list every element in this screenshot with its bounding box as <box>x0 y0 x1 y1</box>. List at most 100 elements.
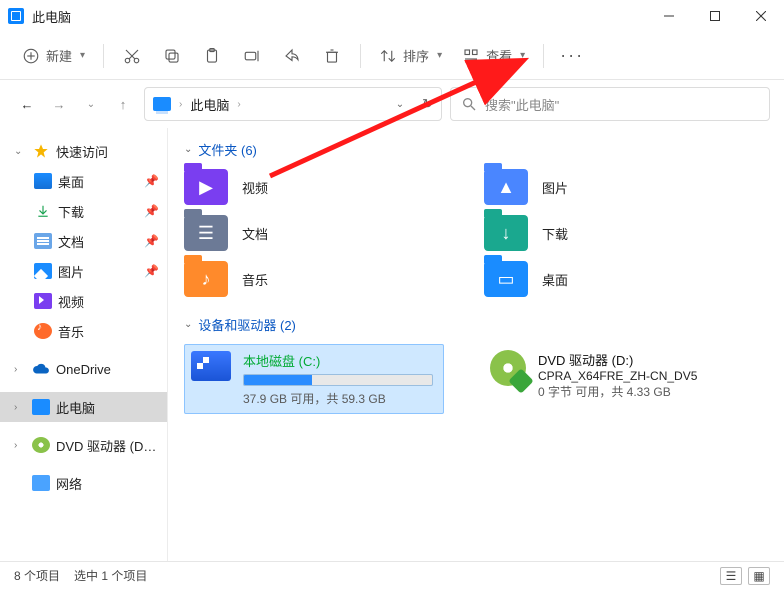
capacity-bar <box>243 374 433 386</box>
separator <box>543 44 544 68</box>
folder-label: 文档 <box>242 224 268 243</box>
sidebar-label: 桌面 <box>58 172 138 191</box>
folder-music[interactable]: ♪音乐 <box>184 261 444 297</box>
sort-icon <box>379 47 397 65</box>
folder-pictures[interactable]: ▲ 图片 <box>484 169 744 205</box>
folder-label: 图片 <box>542 178 568 197</box>
sidebar-onedrive[interactable]: ›OneDrive <box>0 354 167 384</box>
sidebar-quick-access[interactable]: ⌄ 快速访问 <box>0 136 167 166</box>
folder-videos[interactable]: ▶ 视频 <box>184 169 444 205</box>
navigation-pane: ⌄ 快速访问 桌面 📌 下载📌 文档📌 图片 📌 视频 音乐 ›OneDrive ›… <box>0 128 168 561</box>
pictures-icon <box>34 263 52 279</box>
recent-button[interactable]: ⌄ <box>78 91 104 117</box>
sidebar-dvd[interactable]: ›DVD 驱动器 (D:) CPRA_X64FRE_ZH-CN_DV5 <box>0 430 167 460</box>
refresh-button[interactable]: ↻ <box>422 96 433 112</box>
sidebar-desktop[interactable]: 桌面 📌 <box>0 166 167 196</box>
drive-sub: 0 字节 可用，共 4.33 GB <box>538 383 738 400</box>
sidebar-label: OneDrive <box>56 362 159 377</box>
ellipsis-icon: ··· <box>560 45 584 66</box>
address-dropdown[interactable]: ⌄ <box>396 99 404 110</box>
folder-icon: ♪ <box>184 261 228 297</box>
forward-button[interactable]: → <box>46 91 72 117</box>
plus-circle-icon <box>22 47 40 65</box>
tiles-view-button[interactable]: ▦ <box>748 567 770 585</box>
status-bar: 8 个项目 选中 1 个项目 ☰ ▦ <box>0 561 784 589</box>
back-button[interactable]: ← <box>14 91 40 117</box>
sidebar-downloads[interactable]: 下载📌 <box>0 196 167 226</box>
search-box[interactable]: 搜索"此电脑" <box>450 87 770 121</box>
folder-label: 下载 <box>542 224 568 243</box>
pin-icon: 📌 <box>144 264 159 278</box>
rename-button[interactable] <box>234 38 270 74</box>
cut-button[interactable] <box>114 38 150 74</box>
network-icon <box>32 475 50 491</box>
share-button[interactable] <box>274 38 310 74</box>
sidebar-label: 图片 <box>58 262 138 281</box>
separator <box>103 44 104 68</box>
sidebar-documents[interactable]: 文档📌 <box>0 226 167 256</box>
drive-volume-label: CPRA_X64FRE_ZH-CN_DV5 <box>538 369 738 383</box>
toolbar: 新建 ▾ 排序 ▾ 查看 ▾ ··· <box>0 32 784 80</box>
folder-desktop[interactable]: ▭桌面 <box>484 261 744 297</box>
layout-icon <box>462 47 480 65</box>
pin-icon: 📌 <box>144 204 159 218</box>
up-button[interactable]: ↑ <box>110 91 136 117</box>
sort-button[interactable]: 排序 ▾ <box>371 38 450 74</box>
minimize-button[interactable] <box>646 0 692 32</box>
drive-c[interactable]: 本地磁盘 (C:) 37.9 GB 可用，共 59.3 GB <box>184 344 444 414</box>
sidebar-label: 视频 <box>58 292 159 311</box>
videos-icon <box>34 293 52 309</box>
copy-icon <box>163 47 181 65</box>
details-view-button[interactable]: ☰ <box>720 567 742 585</box>
folder-icon: ▲ <box>484 169 528 205</box>
maximize-button[interactable] <box>692 0 738 32</box>
chevron-down-icon: ⌄ <box>184 144 192 155</box>
drive-name: 本地磁盘 (C:) <box>243 351 437 370</box>
title-bar: 此电脑 <box>0 0 784 32</box>
drive-icon <box>191 351 231 381</box>
window-title: 此电脑 <box>32 7 71 26</box>
folder-downloads[interactable]: ↓ 下载 <box>484 215 744 251</box>
view-button[interactable]: 查看 ▾ <box>454 38 533 74</box>
scissors-icon <box>123 47 141 65</box>
folder-label: 视频 <box>242 178 268 197</box>
address-bar[interactable]: › 此电脑 › ⌄ ↻ <box>144 87 442 121</box>
search-placeholder: 搜索"此电脑" <box>485 95 559 114</box>
sidebar-label: 网络 <box>56 474 159 493</box>
delete-button[interactable] <box>314 38 350 74</box>
sidebar-label: 此电脑 <box>56 398 159 417</box>
sidebar-videos[interactable]: 视频 <box>0 286 167 316</box>
copy-button[interactable] <box>154 38 190 74</box>
sort-label: 排序 <box>403 46 429 65</box>
pin-icon: 📌 <box>144 174 159 188</box>
view-switch: ☰ ▦ <box>720 567 770 585</box>
more-button[interactable]: ··· <box>554 38 590 74</box>
chevron-down-icon: ⌄ <box>14 146 26 157</box>
folders-section-header[interactable]: ⌄ 文件夹 (6) <box>184 140 768 159</box>
folder-icon: ▶ <box>184 169 228 205</box>
drive-d[interactable]: DVD 驱动器 (D:) CPRA_X64FRE_ZH-CN_DV5 0 字节 … <box>484 344 744 414</box>
breadcrumb-root[interactable]: 此电脑 <box>190 95 229 114</box>
music-icon <box>34 323 52 339</box>
folder-documents[interactable]: ☰文档 <box>184 215 444 251</box>
folder-icon: ↓ <box>484 215 528 251</box>
chevron-down-icon: ▾ <box>437 50 442 61</box>
paste-button[interactable] <box>194 38 230 74</box>
sidebar-music[interactable]: 音乐 <box>0 316 167 346</box>
main-area: ⌄ 快速访问 桌面📌 下载📌 文档📌 图片📌 视频 音乐 ›OneDrive ›… <box>0 128 784 561</box>
dvd-drive-icon <box>490 350 526 386</box>
drive-sub: 37.9 GB 可用，共 59.3 GB <box>243 390 437 407</box>
dvd-icon <box>32 437 50 453</box>
sidebar-pictures[interactable]: 图片 📌 <box>0 256 167 286</box>
new-button[interactable]: 新建 ▾ <box>14 38 93 74</box>
drive-name: DVD 驱动器 (D:) <box>538 350 738 369</box>
window-controls <box>646 0 784 32</box>
sidebar-network[interactable]: ›网络 <box>0 468 167 498</box>
nav-arrows: ← → ⌄ ↑ <box>14 91 136 117</box>
drives-section-header[interactable]: ⌄ 设备和驱动器 (2) <box>184 315 768 334</box>
app-icon <box>8 8 24 24</box>
view-label: 查看 <box>486 46 512 65</box>
sidebar-this-pc[interactable]: ›此电脑 <box>0 392 167 422</box>
close-button[interactable] <box>738 0 784 32</box>
sidebar-label: 音乐 <box>58 322 159 341</box>
